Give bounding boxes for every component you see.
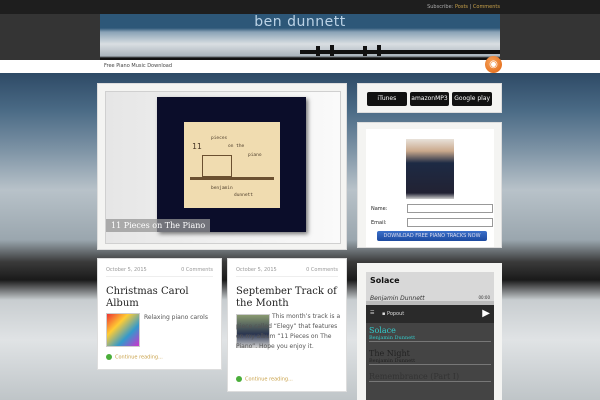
pier-post [316,46,320,56]
track-title: The Night [369,349,410,358]
post-title[interactable]: Christmas Carol Album [106,286,215,310]
album-art: 11 pieces on the piano benjamin dunnett [184,122,280,208]
books-drawing [202,155,232,177]
cover-text: pieces [211,136,228,141]
name-input[interactable] [407,204,493,213]
arrow-icon [236,376,242,382]
slide-caption[interactable]: 11 Pieces on The Piano [106,219,211,232]
amazon-mp3-badge[interactable]: amazonMP3 [409,92,450,106]
popout-button[interactable]: ▪ Popout [382,311,404,317]
track-title: Remembrance (Part I) [369,372,460,381]
time-display: 00:00 [478,295,490,300]
site-title[interactable]: ben dunnett [100,14,500,30]
continue-reading-link[interactable]: Continue reading... [115,355,163,361]
store-badges: iTunes amazonMP3 Google play [357,83,502,113]
track-artist: Benjamin Dunnett [369,335,416,341]
separator: | [469,4,472,10]
post-card: October 5, 2015 0 Comments Christmas Caro… [97,258,222,370]
now-playing-title: Solace [370,276,400,285]
pier-post [377,45,381,56]
album-cover[interactable]: 11 pieces on the piano benjamin dunnett [157,97,306,232]
subscribe-label: Subscribe: [427,4,454,10]
name-label: Name: [371,206,388,212]
playlist-icon[interactable]: ☰ [370,310,374,316]
download-button[interactable]: DOWNLOAD FREE PIANO TRACKS NOW [377,231,487,241]
pier-post [363,46,367,56]
rss-icon[interactable]: ◉ [485,56,502,73]
post-date: October 5, 2015 [106,267,147,273]
playlist-track[interactable]: The Night Benjamin Dunnett [369,349,491,365]
email-label: Email: [371,220,387,226]
cover-artist: benjamin [211,186,233,191]
cover-number: 11 [192,142,202,151]
shelf-drawing [190,177,274,180]
continue-reading-link[interactable]: Continue reading... [245,377,293,383]
comments-feed-link[interactable]: Comments [473,4,500,10]
email-input[interactable] [407,218,493,227]
header-banner[interactable]: ben dunnett [100,14,500,60]
pier-post [330,45,334,56]
post-card: October 5, 2015 0 Comments September Trac… [227,258,347,392]
post-thumbnail[interactable] [106,313,140,347]
music-player: Solace Benjamin Dunnett 00:00 ☰ ▪ Popout… [357,263,502,400]
cover-text: piano [248,153,262,158]
track-title: Solace [369,326,396,335]
post-excerpt: This month’s track is a piece called “El… [236,313,341,350]
featured-slider[interactable]: 11 pieces on the piano benjamin dunnett … [97,83,347,250]
play-icon[interactable]: ▶ [482,308,490,319]
google-play-badge[interactable]: Google play [452,92,493,106]
cover-text: on the [228,144,245,149]
popout-label: Popout [386,311,405,317]
post-excerpt: Relaxing piano carols [144,314,208,321]
posts-feed-link[interactable]: Posts [455,4,468,10]
top-bar: Subscribe: Posts | Comments [0,0,600,14]
signup-widget: Name: Email: DOWNLOAD FREE PIANO TRACKS … [357,122,502,248]
post-title[interactable]: September Track of the Month [236,286,340,310]
comments-link[interactable]: 0 Comments [181,267,213,273]
cover-artist: dunnett [234,193,253,198]
arrow-icon [106,354,112,360]
post-date: October 5, 2015 [236,267,277,273]
artist-photo [406,139,454,199]
itunes-badge[interactable]: iTunes [367,92,407,106]
playlist-track[interactable]: Remembrance (Part I) [369,372,491,382]
comments-link[interactable]: 0 Comments [306,267,338,273]
track-artist: Benjamin Dunnett [369,358,416,364]
playlist-track[interactable]: Solace Benjamin Dunnett [369,326,491,342]
nav-item-free-piano-music[interactable]: Free Piano Music Download [104,63,172,69]
